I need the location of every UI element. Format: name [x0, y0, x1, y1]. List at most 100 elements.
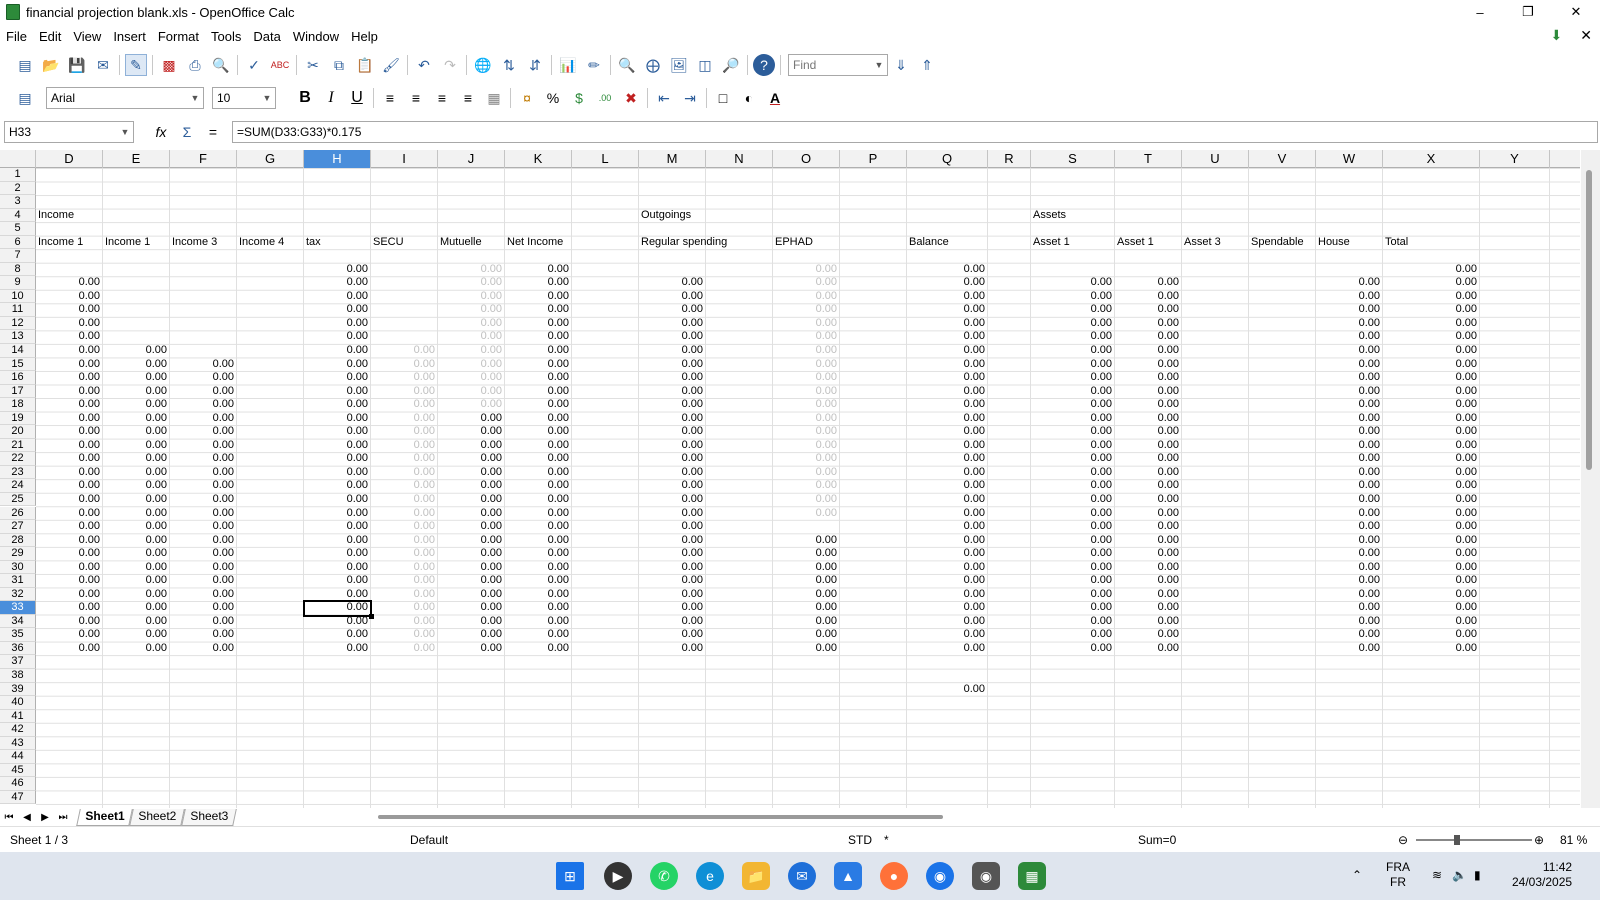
cell-value[interactable]: 0.00: [773, 466, 840, 479]
cell-value[interactable]: 0.00: [438, 601, 505, 614]
standard-number-format-icon[interactable]: $: [568, 87, 590, 109]
cell-value[interactable]: 0.00: [1115, 588, 1182, 601]
cell-value[interactable]: 0.00: [505, 263, 572, 276]
cell-value[interactable]: 0.00: [773, 385, 840, 398]
cell-value[interactable]: 0.00: [170, 520, 237, 533]
cell-value[interactable]: 0.00: [1115, 452, 1182, 465]
cell-value[interactable]: 0.00: [438, 561, 505, 574]
cell-value[interactable]: 0.00: [304, 344, 371, 357]
cell-value[interactable]: 0.00: [1115, 534, 1182, 547]
column-label[interactable]: Spendable: [1249, 236, 1316, 249]
cut-icon[interactable]: ✂: [302, 54, 324, 76]
add-decimal-icon[interactable]: .00: [594, 87, 616, 109]
cell-value[interactable]: 0.00: [103, 344, 170, 357]
cell-value[interactable]: 0.00: [773, 534, 840, 547]
cell-value[interactable]: 0.00: [907, 466, 988, 479]
cell-value[interactable]: 0.00: [907, 615, 988, 628]
thunderbird-icon[interactable]: ✉: [788, 862, 816, 890]
cell-value[interactable]: 0.00: [773, 398, 840, 411]
cell-value[interactable]: 0.00: [1383, 574, 1480, 587]
cell-value[interactable]: 0.00: [304, 588, 371, 601]
cell-value[interactable]: 0.00: [505, 344, 572, 357]
menu-tools[interactable]: Tools: [205, 29, 247, 44]
column-header-e[interactable]: E: [103, 150, 170, 168]
cell-value[interactable]: 0.00: [371, 398, 438, 411]
cell-value[interactable]: 0.00: [36, 425, 103, 438]
cell-value[interactable]: 0.00: [1031, 412, 1115, 425]
tab-sheet1[interactable]: Sheet1: [76, 808, 134, 826]
column-label[interactable]: Asset 1: [1031, 236, 1115, 249]
zoom-level[interactable]: 81 %: [1560, 833, 1587, 847]
open-icon[interactable]: 📂: [40, 54, 62, 76]
cell-value[interactable]: 0.00: [1031, 520, 1115, 533]
cell-value[interactable]: 0.00: [304, 615, 371, 628]
cell-value[interactable]: 0.00: [907, 479, 988, 492]
cell-value[interactable]: 0.00: [438, 412, 505, 425]
cell-value[interactable]: 0.00: [1115, 412, 1182, 425]
cell-value[interactable]: 0.00: [1316, 317, 1383, 330]
cell-value[interactable]: 0.00: [36, 439, 103, 452]
cell-value[interactable]: 0.00: [371, 358, 438, 371]
edge-icon[interactable]: e: [696, 862, 724, 890]
cell-value[interactable]: 0.00: [505, 358, 572, 371]
cell-value[interactable]: 0.00: [1383, 290, 1480, 303]
cell-value[interactable]: 0.00: [103, 574, 170, 587]
cell-value[interactable]: 0.00: [36, 276, 103, 289]
cell-value[interactable]: 0.00: [907, 290, 988, 303]
cell-value[interactable]: 0.00: [1031, 371, 1115, 384]
row-header-14[interactable]: 14: [0, 344, 36, 358]
cell-value[interactable]: 0.00: [1316, 534, 1383, 547]
cell-value[interactable]: 0.00: [1031, 493, 1115, 506]
cell-value[interactable]: 0.00: [1115, 479, 1182, 492]
cell-value[interactable]: 0.00: [773, 507, 840, 520]
cell-value[interactable]: 0.00: [304, 290, 371, 303]
cell-value[interactable]: 0.00: [36, 358, 103, 371]
cell-value[interactable]: 0.00: [304, 317, 371, 330]
chevron-down-icon[interactable]: ▼: [117, 122, 133, 142]
redo-icon[interactable]: ↷: [439, 54, 461, 76]
column-label[interactable]: Balance: [907, 236, 988, 249]
cell-value[interactable]: 0.00: [170, 588, 237, 601]
tab-sheet3[interactable]: Sheet3: [181, 808, 238, 826]
cell-value[interactable]: 0.00: [505, 317, 572, 330]
cell-value[interactable]: 0.00: [1383, 303, 1480, 316]
cell-value[interactable]: 0.00: [438, 520, 505, 533]
cell-value[interactable]: 0.00: [304, 520, 371, 533]
cell-value[interactable]: 0.00: [1383, 601, 1480, 614]
next-sheet-icon[interactable]: ▶: [36, 812, 54, 823]
cell-value[interactable]: 0.00: [907, 534, 988, 547]
cell-value[interactable]: 0.00: [907, 520, 988, 533]
cell-value[interactable]: 0.00: [639, 588, 706, 601]
cell-value[interactable]: 0.00: [438, 479, 505, 492]
cell-value[interactable]: 0.00: [505, 479, 572, 492]
cell-value[interactable]: 0.00: [1383, 615, 1480, 628]
zoom-slider[interactable]: [1416, 839, 1532, 841]
cell-value[interactable]: 0.00: [1115, 574, 1182, 587]
cell-value[interactable]: 0.00: [1031, 344, 1115, 357]
cell-value[interactable]: 0.00: [438, 534, 505, 547]
cell-value[interactable]: 0.00: [103, 452, 170, 465]
cell-value[interactable]: 0.00: [36, 398, 103, 411]
new-icon[interactable]: ▤: [14, 54, 36, 76]
column-label[interactable]: Income 1: [36, 236, 103, 249]
cell-value[interactable]: 0.00: [639, 385, 706, 398]
chrome-icon[interactable]: ◉: [926, 862, 954, 890]
cell-value[interactable]: 0.00: [36, 303, 103, 316]
cell-value[interactable]: 0.00: [1031, 303, 1115, 316]
photos-icon[interactable]: ▲: [834, 862, 862, 890]
cell-value[interactable]: 0.00: [505, 466, 572, 479]
last-sheet-icon[interactable]: ⏭: [54, 812, 72, 823]
cell-value[interactable]: 0.00: [1383, 358, 1480, 371]
cell-value[interactable]: 0.00: [371, 385, 438, 398]
cell-value[interactable]: 0.00: [907, 507, 988, 520]
cell-value[interactable]: 0.00: [1115, 628, 1182, 641]
cell-value[interactable]: 0.00: [1316, 466, 1383, 479]
cell-value[interactable]: 0.00: [505, 534, 572, 547]
row-header-40[interactable]: 40: [0, 696, 36, 710]
cell-value[interactable]: 0.00: [907, 642, 988, 655]
column-label[interactable]: EPHAD: [773, 236, 840, 249]
column-header-u[interactable]: U: [1182, 150, 1249, 168]
cell-value[interactable]: 0.00: [639, 439, 706, 452]
row-header-7[interactable]: 7: [0, 249, 36, 263]
cell-value[interactable]: 0.00: [1316, 588, 1383, 601]
